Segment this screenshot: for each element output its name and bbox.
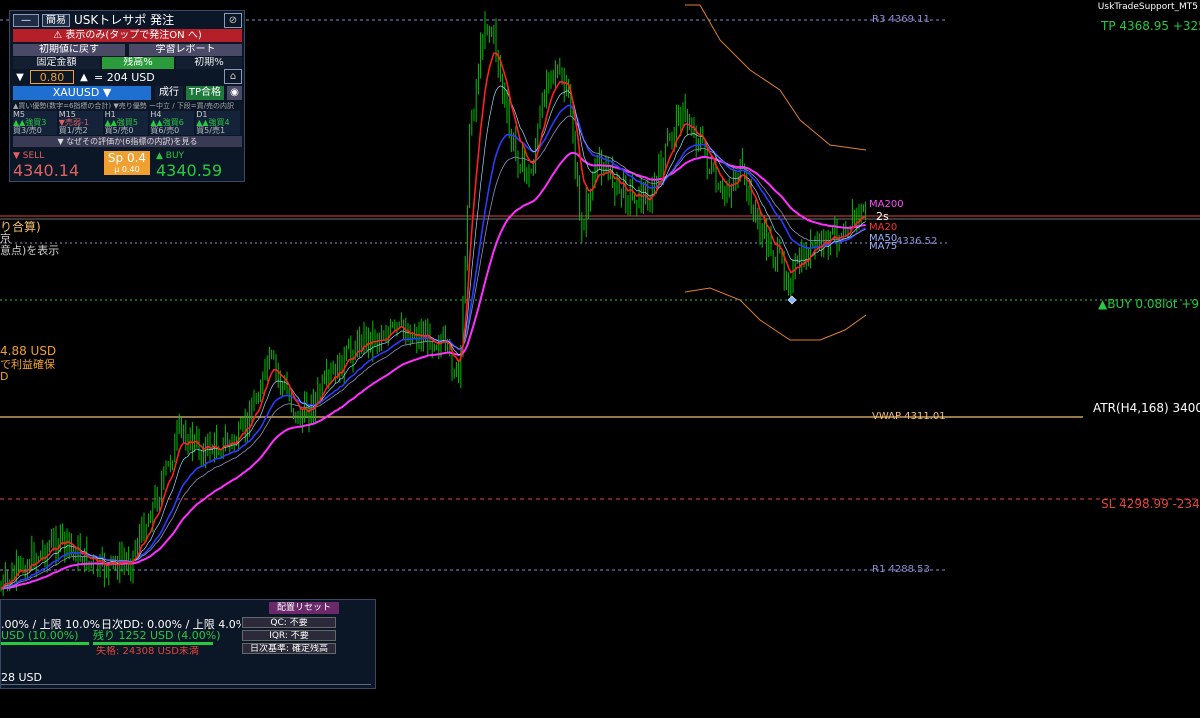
panel-title: USKトレサポ 発注 (74, 13, 175, 27)
tab-fixed-amount[interactable]: 固定金額 (13, 57, 100, 69)
learning-report-button[interactable]: 学習レポート (129, 44, 242, 56)
risk-percent-input[interactable]: 0.80 (30, 70, 74, 84)
spread-value: Sp 0.4 (107, 151, 147, 165)
mute-icon[interactable]: ⊘ (224, 13, 242, 28)
signal-legend: ▲買い優勢(数字=6指標の合計) ▼売り優勢 ー中立 / 下段=買/売の内訳 (13, 102, 235, 110)
order-panel: — 簡易 USKトレサポ 発注 ⊘ ⚠ 表示のみ(タップで発注ON へ) 初期値… (9, 10, 245, 182)
timeframe-cell[interactable]: H1 ▲▲強買5 買5/売0 (104, 111, 149, 135)
signal-marker (787, 295, 797, 305)
timeframe-breakdown: 買5/売1 (196, 126, 226, 135)
daily-remaining: 残り 1252 USD (4.00%) (93, 630, 221, 642)
layout-reset-button[interactable]: 配置リセット (269, 602, 339, 614)
vwap-label: VWAP 4311.01 (872, 411, 946, 422)
atr-label: ATR(H4,168) 3400 (1093, 401, 1200, 415)
spread-average: μ 0.40 (114, 165, 140, 174)
left-text-3: 意点)を表示 (0, 244, 60, 257)
symbol-select[interactable]: XAUUSD ▼ (13, 86, 151, 100)
order-disabled-warning[interactable]: ⚠ 表示のみ(タップで発注ON へ) (13, 29, 242, 42)
timeframe-breakdown: 買6/売0 (150, 126, 180, 135)
atr-bands (684, 4, 867, 341)
ma200-label: MA200 (869, 199, 904, 210)
why-evaluation-button[interactable]: ▼ なぜその評価か(6指標の内訳)を見る (13, 136, 242, 147)
atr-lower-band (684, 287, 867, 341)
daily-basis-button[interactable]: 日次基準: 確定残高 (242, 643, 336, 654)
qc-button[interactable]: QC: 不要 (242, 617, 336, 628)
timeframe-breakdown: 買5/売0 (104, 126, 134, 135)
timeframe-signals: M5 ▲▲強買3 買3/売0 M15 ▼売弱-1 買1/売2 H1 ▲▲強買5 買5/売0 H4 ▲… (13, 111, 242, 135)
timeframe-cell[interactable]: M15 ▼売弱-1 買1/売2 (58, 111, 103, 135)
risk-panel-divider (1, 684, 371, 685)
price-tag-label: 4336.52 (896, 236, 938, 247)
decrease-risk-button[interactable]: ▼ (14, 72, 26, 84)
timeframe-breakdown: 買1/売2 (58, 126, 88, 135)
window-title: UskTradeSupport_MT5 (1097, 2, 1198, 12)
home-icon[interactable]: ⌂ (224, 69, 242, 84)
buy-position-label[interactable]: ▲BUY 0.08lot +9 (1098, 297, 1199, 311)
bottom-value: 28 USD (1, 672, 42, 684)
timeframe-breakdown: 買3/売0 (13, 126, 42, 135)
timeframe-cell[interactable]: D1 ▲▲強買4 買5/売1 (196, 111, 240, 135)
iqr-button[interactable]: IQR: 不要 (242, 630, 336, 641)
fail-threshold: 失格: 24308 USD未満 (96, 646, 199, 657)
tab-balance-percent[interactable]: 残高% (102, 57, 174, 69)
sl-label[interactable]: SL 4298.99 -234 (1101, 497, 1200, 511)
simple-mode-button[interactable]: 簡易 (42, 14, 70, 27)
r1-label: R1 4288.53 (872, 564, 930, 575)
total-remaining-bar (1, 642, 89, 645)
total-remaining: USD (10.00%) (1, 630, 79, 642)
atr-upper-band (685, 4, 867, 151)
ma75-label: MA75 (869, 241, 898, 252)
risk-panel: 配置リセット .00% / 上限 10.0% 日次DD: 0.00% / 上限 … (0, 599, 376, 689)
timeframe-cell[interactable]: M5 ▲▲強買3 買3/売0 (13, 111, 57, 135)
buy-label[interactable]: ▲ BUY (156, 151, 242, 161)
left-text-d: D (0, 370, 9, 383)
risk-amount: = 204 USD (94, 71, 155, 84)
timeframe-cell[interactable]: H4 ▲▲強買6 買6/売0 (150, 111, 195, 135)
ma20-label: MA20 (869, 222, 898, 233)
menu-button[interactable]: — (13, 14, 39, 27)
market-order-button[interactable]: 成行 (155, 86, 183, 100)
tp-label[interactable]: TP 4368.95 +325 (1101, 19, 1200, 33)
tp-pass-button[interactable]: TP合格 (186, 86, 224, 100)
sell-label[interactable]: ▼ SELL (13, 151, 103, 161)
tab-initial-percent[interactable]: 初期% (176, 57, 242, 69)
spread-box: Sp 0.4 μ 0.40 (104, 151, 150, 175)
daily-remaining-bar (93, 642, 213, 645)
eye-icon[interactable]: ◉ (227, 86, 242, 100)
sell-price[interactable]: 4340.14 (13, 162, 105, 180)
ma200-line (0, 151, 866, 590)
increase-risk-button[interactable]: ▲ (78, 72, 90, 84)
buy-price[interactable]: 4340.59 (156, 162, 242, 180)
reset-defaults-button[interactable]: 初期値に戻す (13, 44, 125, 56)
r3-label: R3 4369.11 (872, 14, 930, 25)
